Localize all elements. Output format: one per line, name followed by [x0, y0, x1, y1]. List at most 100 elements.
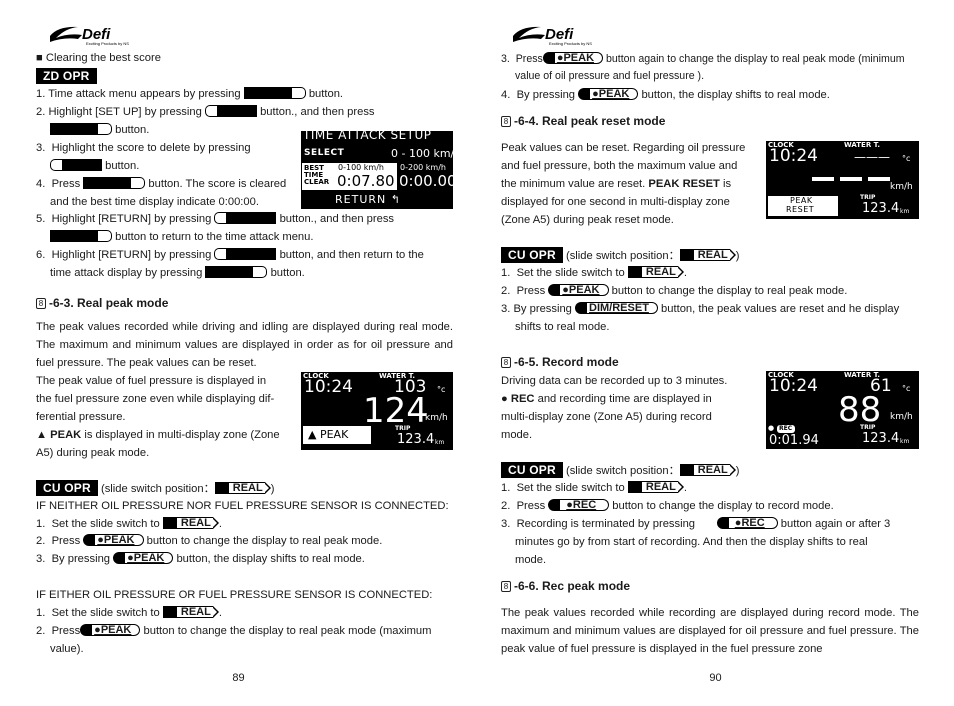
defi-logo: Defi Exciting Products by NS: [48, 22, 148, 48]
speed-dash: [812, 177, 834, 181]
section-number-icon: 8: [36, 298, 46, 309]
trip-value: 123.4: [862, 431, 900, 446]
speed-unit: km/h: [890, 182, 913, 192]
dim-reset-button-icon: DIM/RESET: [575, 302, 658, 314]
peak-button-icon: ●PEAK: [113, 552, 174, 564]
case2-step-2: 2. Press ●PEAK button to change the displ…: [36, 624, 432, 637]
peak-button-icon: ●PEAK: [80, 624, 141, 636]
speed-value: 124: [363, 391, 428, 431]
clearing-step-3: 3. Highlight the score to delete by pres…: [36, 142, 251, 154]
real-switch-icon: REAL: [679, 464, 736, 476]
real-switch-icon: REAL: [162, 606, 219, 618]
clearing-step-2: 2. Highlight [SET UP] by pressing button…: [36, 105, 375, 118]
cu-opr-line: CU OPR (slide switch position： REAL): [501, 247, 739, 264]
real-peak-para-1: The peak values recorded while driving a…: [36, 321, 453, 369]
record-step-3: 3. Recording is terminated by pressing ●…: [501, 517, 891, 566]
cont-step-3-cont: value of oil pressure and fuel pressure …: [515, 70, 705, 82]
real-switch-icon: REAL: [627, 481, 684, 493]
defi-logo: Defi Exciting Products by NS: [511, 22, 611, 48]
case1-heading: IF NEITHER OIL PRESSURE NOR FUEL PRESSUR…: [36, 500, 449, 512]
peak-indicator-label: ▲ PEAK: [308, 428, 349, 441]
svg-text:Exciting Products by NS: Exciting Products by NS: [86, 41, 129, 46]
peak-reset-step-1: 1. Set the slide switch to REAL.: [501, 266, 687, 279]
zd-opr-tag: ZD OPR: [36, 68, 97, 84]
select-value: 0 - 100 km/h: [391, 147, 453, 160]
peak-reset-line-1: PEAK: [790, 196, 813, 205]
record-para: Driving data can be recorded up to 3 min…: [501, 375, 728, 441]
trip-unit: km: [900, 438, 910, 445]
clock-value: 10:24: [769, 376, 818, 396]
defi-swoosh-icon: Defi Exciting Products by NS: [50, 26, 129, 46]
case1-step-3: 3. By pressing ●PEAK button, the display…: [36, 552, 365, 565]
water-temp-unit: °c: [902, 384, 911, 393]
cont-step-3: 3. Press ●PEAK button again to change the…: [501, 52, 905, 65]
real-peak-screen: CLOCK 10:24 WATER T. 103 °c 124 km/h ▲ P…: [301, 372, 453, 450]
trip-unit: km: [900, 208, 910, 215]
left-key-button-icon: [214, 248, 277, 260]
clock-value: 10:24: [769, 146, 818, 166]
trip-value: 123.4: [397, 432, 435, 447]
speed-dash: [868, 177, 890, 181]
clearing-step-6-cont: time attack display by pressing button.: [50, 266, 305, 279]
case2-step-2-cont: value).: [50, 643, 84, 655]
best-time-clear-label: BEST TIME CLEAR: [304, 164, 330, 186]
section-number-icon: 8: [501, 116, 511, 127]
cu-opr-tag: CU OPR: [501, 462, 563, 478]
screen-title: TIME ATTACK SETUP: [303, 131, 432, 142]
peak-reset-screen: CLOCK 10:24 WATER T. ——— °c km/h PEAK RE…: [766, 141, 919, 219]
peak-reset-step-2: 2. Press ●PEAK button to change the disp…: [501, 284, 848, 297]
cu-opr-tag: CU OPR: [501, 247, 563, 263]
peak-reset-para: Peak values can be reset. Regarding oil …: [501, 142, 746, 226]
case2-heading: IF EITHER OIL PRESSURE OR FUEL PRESSURE …: [36, 589, 433, 601]
defi-swoosh-icon: Defi Exciting Products by NS: [513, 26, 592, 46]
peak-button-icon: ●PEAK: [83, 534, 144, 546]
left-key-button-icon: [214, 212, 277, 224]
right-key-button-icon: [50, 123, 112, 135]
speed-value: 88: [838, 390, 882, 430]
section-number-icon: 8: [501, 581, 511, 592]
clearing-step-3-cont: button.: [50, 158, 139, 174]
page-number: 89: [232, 672, 245, 684]
water-temp-unit: °c: [902, 154, 911, 163]
case1-step-2: 2. Press ●PEAK button to change the disp…: [36, 534, 383, 547]
cont-step-4: 4. By pressing ●PEAK button, the display…: [501, 88, 830, 101]
page-number: 90: [709, 672, 722, 684]
record-mode-screen: CLOCK 10:24 WATER T. 61 °c 88 km/h ● REC…: [766, 371, 919, 449]
cu-opr-line: CU OPR (slide switch position： REAL): [36, 480, 274, 497]
heading-record-mode: 8 -6-5. Record mode: [501, 354, 619, 370]
clearing-step-5-cont: button to return to the time attack menu…: [50, 229, 314, 245]
right-key-button-icon: [83, 177, 146, 189]
real-switch-icon: REAL: [679, 249, 736, 261]
speed-unit: km/h: [425, 413, 448, 423]
clearing-step-2-cont: button.: [50, 122, 149, 138]
clearing-step-4-cont: and the best time display indicate 0:00:…: [50, 196, 259, 208]
record-step-1: 1. Set the slide switch to REAL.: [501, 481, 687, 494]
right-key-button-icon: [205, 266, 268, 278]
clock-value: 10:24: [304, 377, 353, 397]
case1-step-1: 1. Set the slide switch to REAL.: [36, 517, 222, 530]
section-number-icon: 8: [501, 357, 511, 368]
real-peak-para-2: The peak value of fuel pressure is displ…: [36, 375, 280, 459]
col2-value: 0:00.00: [399, 172, 453, 190]
right-key-button-icon: [243, 87, 306, 99]
trip-unit: km: [435, 439, 445, 446]
select-label: SELECT: [304, 148, 345, 158]
peak-button-icon: ●PEAK: [578, 88, 639, 100]
right-key-button-icon: [50, 230, 112, 242]
cu-opr-tag: CU OPR: [36, 480, 98, 496]
clearing-step-1: 1. Time attack menu appears by pressing …: [36, 87, 344, 100]
real-switch-icon: REAL: [162, 517, 219, 529]
rec-dot-icon: ●: [768, 424, 775, 432]
speed-unit: km/h: [890, 412, 913, 422]
clearing-title: ■ Clearing the best score: [36, 52, 161, 64]
col1-header: 0-100 km/h: [338, 163, 384, 172]
peak-button-icon: ●PEAK: [548, 284, 609, 296]
peak-button-icon: ●PEAK: [542, 52, 604, 64]
heading-real-peak-reset-mode: 8 -6-4. Real peak reset mode: [501, 113, 665, 129]
peak-reset-step-3-cont: shifts to real mode.: [515, 321, 610, 333]
col1-value: 0:07.80: [337, 172, 395, 190]
square-bullet-icon: ■: [36, 52, 43, 64]
clearing-step-4: 4. Press button. The score is cleared: [36, 177, 287, 190]
case2-step-1: 1. Set the slide switch to REAL.: [36, 606, 222, 619]
real-switch-icon: REAL: [627, 266, 684, 278]
